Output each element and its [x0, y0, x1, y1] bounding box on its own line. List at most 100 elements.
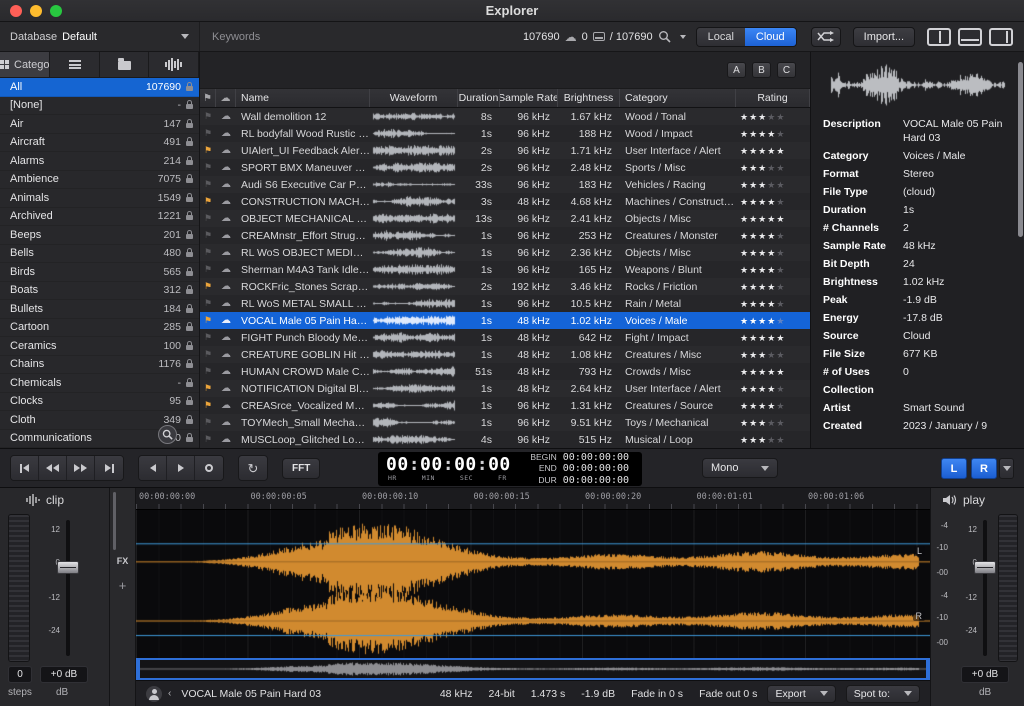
- details-scrollbar[interactable]: [1018, 62, 1023, 237]
- play-gain-button[interactable]: +0 dB: [961, 666, 1009, 683]
- sidebar-item-boats[interactable]: Boats 312: [0, 282, 199, 300]
- column-header-name[interactable]: Name: [236, 89, 370, 107]
- rewind-button[interactable]: [39, 456, 67, 480]
- flag-icon[interactable]: ⚑: [200, 400, 216, 411]
- clip-fader[interactable]: 120-12-24: [40, 520, 88, 656]
- flag-icon[interactable]: ⚑: [200, 179, 216, 190]
- sidebar-item-beeps[interactable]: Beeps 201: [0, 226, 199, 245]
- tab-waveform[interactable]: [149, 52, 199, 77]
- file-row[interactable]: ⚑ ☁ Wall demolition 12 8s 96 kHz 1.67 kHz Wood…: [200, 108, 810, 125]
- add-fx-button[interactable]: +: [119, 578, 127, 593]
- flag-icon[interactable]: ⚑: [200, 230, 216, 241]
- flag-icon[interactable]: ⚑: [200, 366, 216, 377]
- file-row[interactable]: ⚑ ☁ RL bodyfall Wood Rustic M3 Dis 1s 96 kHz…: [200, 125, 810, 142]
- file-row[interactable]: ⚑ ☁ CONSTRUCTION MACHINE Drill 3s 48 kHz 4.68…: [200, 193, 810, 210]
- sidebar-item--none-[interactable]: [None] -: [0, 97, 199, 115]
- overview-strip[interactable]: [136, 658, 930, 680]
- sidebar-item-chains[interactable]: Chains 1176: [0, 356, 199, 374]
- play-fader-handle[interactable]: [974, 560, 996, 574]
- file-rating[interactable]: ★★★★★: [736, 196, 810, 208]
- sidebar-item-bullets[interactable]: Bullets 184: [0, 300, 199, 319]
- tab-folders[interactable]: [99, 52, 150, 77]
- layout-right-pane-button[interactable]: [989, 27, 1013, 46]
- export-select[interactable]: Export: [767, 684, 836, 703]
- column-header-duration[interactable]: Duration: [458, 89, 500, 107]
- flag-icon[interactable]: ⚑: [200, 111, 216, 122]
- flag-icon[interactable]: ⚑: [200, 332, 216, 343]
- flag-icon[interactable]: ⚑: [200, 417, 216, 428]
- tab-list-view[interactable]: [50, 52, 100, 77]
- clip-options-icon[interactable]: [146, 685, 162, 702]
- compare-c-button[interactable]: C: [777, 62, 796, 78]
- steps-value-button[interactable]: 0: [8, 666, 32, 683]
- flag-icon[interactable]: ⚑: [200, 196, 216, 207]
- spot-to-select[interactable]: Spot to:: [845, 684, 920, 703]
- file-rating[interactable]: ★★★★★: [736, 281, 810, 293]
- timeline-ruler[interactable]: 00:00:00:00 00:00:00:05 00:00:00:10 00:00:0…: [136, 488, 930, 510]
- sidebar-item-ambience[interactable]: Ambience 7075: [0, 171, 199, 189]
- file-rating[interactable]: ★★★★★: [736, 179, 810, 191]
- file-rating[interactable]: ★★★★★: [736, 111, 810, 123]
- compare-a-button[interactable]: A: [727, 62, 746, 78]
- fast-forward-button[interactable]: [67, 456, 95, 480]
- keywords-input[interactable]: [212, 30, 382, 43]
- clip-fader-handle[interactable]: [57, 560, 79, 574]
- database-selector[interactable]: Database Default: [0, 22, 200, 51]
- file-row[interactable]: ⚑ ☁ RL WoS METAL SMALL CHAIN 1s 96 kHz 10.5 k…: [200, 295, 810, 312]
- sidebar-item-birds[interactable]: Birds 565: [0, 263, 199, 282]
- flag-icon[interactable]: ⚑: [200, 298, 216, 309]
- sidebar-item-cartoon[interactable]: Cartoon 285: [0, 319, 199, 337]
- left-channel-button[interactable]: L: [941, 458, 967, 479]
- loop-button[interactable]: ↻: [239, 456, 267, 480]
- file-row[interactable]: ⚑ ☁ TOYMech_Small Mechanical Wi 1s 96 kHz 9.5…: [200, 414, 810, 431]
- right-channel-button[interactable]: R: [971, 458, 997, 479]
- record-arm-button[interactable]: [195, 456, 223, 480]
- sidebar-item-archived[interactable]: Archived 1221: [0, 208, 199, 226]
- cloud-toggle-button[interactable]: Cloud: [744, 27, 796, 46]
- file-rating[interactable]: ★★★★★: [736, 230, 810, 242]
- shuffle-button[interactable]: [810, 26, 841, 47]
- file-row[interactable]: ⚑ ☁ RL WoS OBJECT MEDIUM STO 1s 96 kHz 2.36 k…: [200, 244, 810, 261]
- sidebar-item-all[interactable]: All 107690: [0, 78, 199, 97]
- column-header-category[interactable]: Category: [620, 89, 736, 107]
- channel-mode-select[interactable]: Mono: [702, 458, 778, 478]
- file-row[interactable]: ⚑ ☁ SPORT BMX Maneuver Ramp L 2s 96 kHz 2.48 …: [200, 159, 810, 176]
- file-row[interactable]: ⚑ ☁ NOTIFICATION Digital Bleep Shr 1s 48 kHz…: [200, 380, 810, 397]
- file-rating[interactable]: ★★★★★: [736, 145, 810, 157]
- sidebar-item-clocks[interactable]: Clocks 95: [0, 393, 199, 411]
- flag-icon[interactable]: ⚑: [200, 128, 216, 139]
- file-rating[interactable]: ★★★★★: [736, 162, 810, 174]
- file-row[interactable]: ⚑ ☁ OBJECT MECHANICAL Servo Bl 13s 96 kHz 2.4…: [200, 210, 810, 227]
- sidebar-item-animals[interactable]: Animals 1549: [0, 189, 199, 208]
- sidebar-item-bells[interactable]: Bells 480: [0, 245, 199, 263]
- file-row[interactable]: ⚑ ☁ MUSCLoop_Glitched Loop 125 4s 96 kHz 515 …: [200, 431, 810, 448]
- category-search-button[interactable]: [158, 425, 177, 444]
- fft-button[interactable]: FFT: [282, 457, 321, 479]
- cloud-column-icon[interactable]: ☁: [216, 89, 236, 107]
- search-icon[interactable]: [658, 30, 671, 43]
- sidebar-item-air[interactable]: Air 147: [0, 115, 199, 134]
- column-header-rating[interactable]: Rating: [736, 89, 810, 107]
- collapse-chevron-icon[interactable]: ‹: [168, 688, 171, 699]
- file-row[interactable]: ⚑ ☁ FIGHT Punch Bloody Medium L 1s 48 kHz 642…: [200, 329, 810, 346]
- file-rating[interactable]: ★★★★★: [736, 315, 810, 327]
- flag-icon[interactable]: ⚑: [200, 383, 216, 394]
- file-rating[interactable]: ★★★★★: [736, 400, 810, 412]
- flag-icon[interactable]: ⚑: [200, 213, 216, 224]
- sidebar-item-aircraft[interactable]: Aircraft 491: [0, 134, 199, 152]
- file-rating[interactable]: ★★★★★: [736, 383, 810, 395]
- flag-icon[interactable]: ⚑: [200, 247, 216, 258]
- file-rating[interactable]: ★★★★★: [736, 264, 810, 276]
- file-rating[interactable]: ★★★★★: [736, 332, 810, 344]
- file-row[interactable]: ⚑ ☁ Audi S6 Executive Car Passing 33s 96 kHz…: [200, 176, 810, 193]
- file-rating[interactable]: ★★★★★: [736, 434, 810, 446]
- file-rating[interactable]: ★★★★★: [736, 298, 810, 310]
- flag-icon[interactable]: ⚑: [200, 145, 216, 156]
- channel-options-button[interactable]: [999, 458, 1014, 479]
- tab-categories[interactable]: Catego: [0, 52, 51, 77]
- file-rating[interactable]: ★★★★★: [736, 128, 810, 140]
- flag-icon[interactable]: ⚑: [200, 434, 216, 445]
- fx-strip-scrollbar[interactable]: [113, 492, 116, 550]
- column-header-brightness[interactable]: Brightness: [558, 89, 620, 107]
- close-window-button[interactable]: [10, 4, 22, 17]
